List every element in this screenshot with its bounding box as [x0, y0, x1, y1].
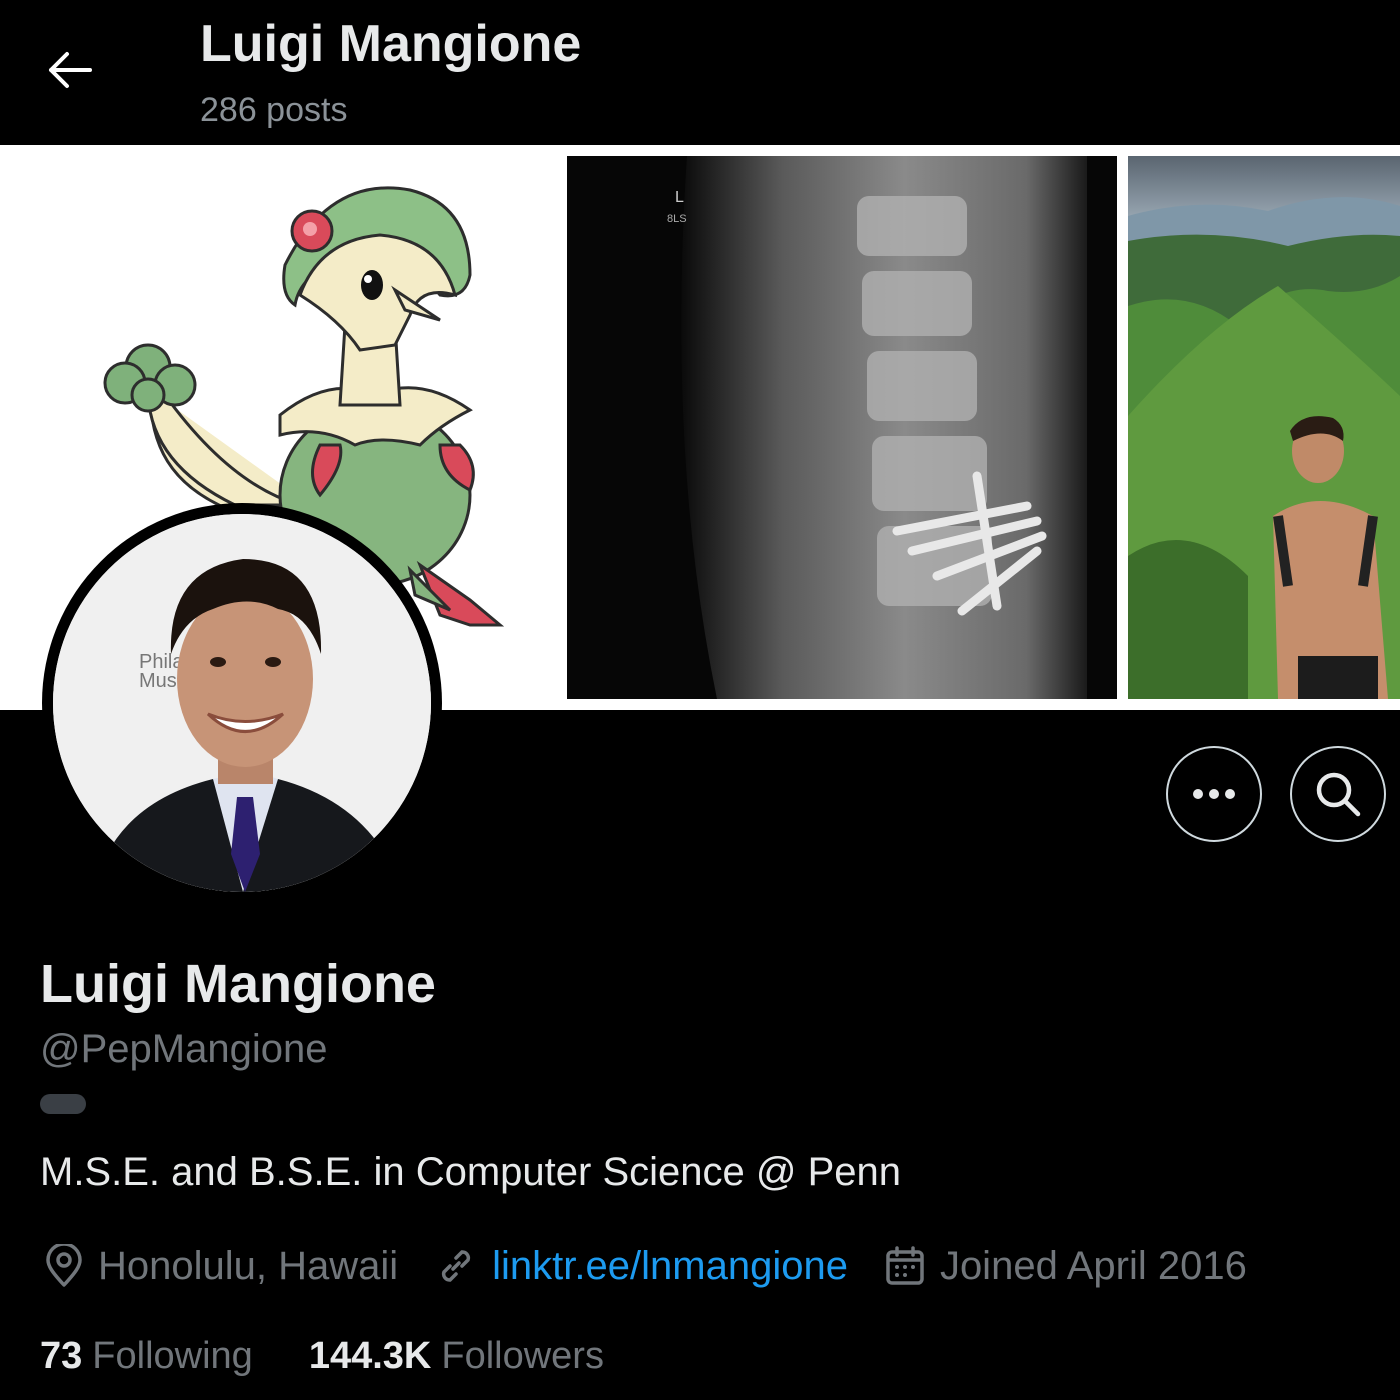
- profile-display-name: Luigi Mangione: [40, 954, 436, 1014]
- avatar-photo: Philad Muse: [53, 514, 431, 892]
- calendar-icon: [886, 1246, 924, 1285]
- following-link[interactable]: 73 Following: [40, 1335, 253, 1378]
- profile-bio: M.S.E. and B.S.E. in Computer Science @ …: [40, 1150, 902, 1194]
- following-count: 73: [40, 1334, 83, 1377]
- profile-avatar[interactable]: Philad Muse: [42, 503, 442, 903]
- join-date: Joined April 2016: [884, 1244, 1247, 1289]
- followers-count: 144.3K: [308, 1334, 432, 1377]
- banner-xray-image: L 8LS: [567, 156, 1117, 699]
- more-options-button[interactable]: [1166, 746, 1262, 842]
- location-text: Honolulu, Hawaii: [98, 1243, 399, 1288]
- followers-label: Followers: [441, 1334, 604, 1377]
- location-pin-icon: [46, 1244, 82, 1287]
- xray-code: 8LS: [667, 213, 687, 225]
- following-label: Following: [92, 1334, 253, 1377]
- website-link[interactable]: linktr.ee/lnmangione: [492, 1244, 848, 1289]
- join-date-text: Joined April 2016: [939, 1243, 1247, 1288]
- profile-meta: Honolulu, Hawaii linktr.ee/lnmangione Jo…: [44, 1240, 1283, 1292]
- more-icon: [1193, 789, 1235, 799]
- search-profile-button[interactable]: [1290, 746, 1386, 842]
- header-post-count: 286 posts: [200, 91, 348, 129]
- follow-stats: 73 Following 144.3K Followers: [40, 1330, 660, 1382]
- label-pill: [40, 1094, 86, 1114]
- header-title: Luigi Mangione: [200, 15, 582, 73]
- profile-handle: @PepMangione: [40, 1027, 328, 1071]
- top-bar: Luigi Mangione 286 posts: [0, 0, 1400, 145]
- xray-marker: L: [675, 189, 684, 206]
- followers-link[interactable]: 144.3K Followers: [309, 1335, 604, 1378]
- banner-hike-image: [1128, 156, 1400, 699]
- back-button[interactable]: [34, 40, 104, 100]
- link-icon: [442, 1250, 471, 1282]
- search-icon: [1316, 772, 1361, 817]
- website[interactable]: linktr.ee/lnmangione: [434, 1244, 848, 1289]
- back-arrow-icon: [49, 52, 92, 88]
- location: Honolulu, Hawaii: [44, 1244, 398, 1289]
